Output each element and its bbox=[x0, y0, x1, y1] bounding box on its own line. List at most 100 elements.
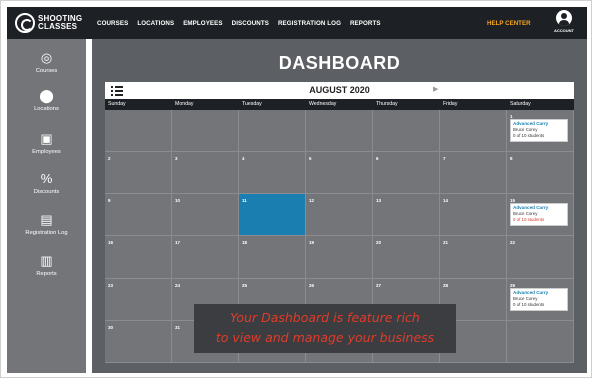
calendar-day-cell[interactable]: 8 bbox=[507, 152, 574, 195]
calendar-day-cell[interactable] bbox=[172, 110, 239, 153]
calendar-day-cell[interactable] bbox=[440, 110, 507, 153]
brand-logo-text: SHOOTING CLASSES bbox=[38, 14, 83, 31]
day-number: 24 bbox=[175, 282, 181, 288]
employees-icon: ▣ bbox=[40, 131, 53, 146]
sidebar-item-locations[interactable]: ⬤ Locations bbox=[7, 88, 86, 113]
day-number: 3 bbox=[175, 156, 178, 162]
day-number: 13 bbox=[376, 198, 382, 204]
calendar-event[interactable]: Advanced Carry Bruce Corey 0 of 10 student… bbox=[510, 287, 568, 311]
calendar-day-cell[interactable]: 30 bbox=[105, 320, 172, 363]
weekday-header-row: Sunday Monday Tuesday Wednesday Thursday… bbox=[105, 99, 574, 110]
promo-line-1: Your Dashboard is feature rich bbox=[230, 310, 420, 325]
day-number: 19 bbox=[309, 240, 315, 246]
calendar-day-cell[interactable] bbox=[239, 110, 306, 153]
calendar-day-cell[interactable]: 4 bbox=[239, 152, 306, 195]
calendar-day-cell[interactable]: 1 Advanced Carry Bruce Corey 0 of 10 studen… bbox=[507, 110, 574, 153]
day-number: 26 bbox=[309, 282, 315, 288]
calendar-day-cell[interactable]: 15 Advanced Carry Bruce Corey 0 of 10 stude… bbox=[507, 194, 574, 237]
day-number: 10 bbox=[175, 198, 181, 204]
sidebar-item-reports[interactable]: ▥ Reports bbox=[7, 253, 86, 278]
calendar-day-cell[interactable]: 12 bbox=[306, 194, 373, 237]
sidebar-item-courses[interactable]: ◎ Courses bbox=[7, 50, 86, 75]
nav-employees[interactable]: EMPLOYEES bbox=[183, 20, 222, 27]
target-icon: ◎ bbox=[40, 50, 53, 65]
calendar-event[interactable]: Advanced Carry Bruce Corey 0 of 10 student… bbox=[510, 119, 568, 142]
calendar-day-cell[interactable] bbox=[105, 110, 172, 153]
nav-registration-log[interactable]: REGISTRATION LOG bbox=[278, 20, 341, 27]
sidebar-item-registration-log[interactable]: ▤ Registration Log bbox=[7, 212, 86, 237]
calendar-day-cell[interactable]: 19 bbox=[306, 236, 373, 279]
sidebar-item-label: Reports bbox=[36, 271, 57, 277]
document-icon: ▤ bbox=[40, 212, 53, 227]
day-number: 28 bbox=[443, 282, 449, 288]
calendar-event[interactable]: Advanced Carry Bruce Corey 0 of 10 student… bbox=[510, 203, 568, 227]
day-number: 2 bbox=[108, 156, 111, 162]
calendar-day-cell[interactable] bbox=[373, 110, 440, 153]
calendar-day-cell[interactable]: 22 bbox=[507, 236, 574, 279]
target-logo-icon bbox=[15, 13, 35, 33]
day-number: 22 bbox=[510, 240, 516, 246]
nav-discounts[interactable]: DISCOUNTS bbox=[232, 20, 269, 27]
calendar-day-cell[interactable]: 5 bbox=[306, 152, 373, 195]
day-number: 25 bbox=[242, 282, 248, 288]
calendar-day-cell[interactable]: 3 bbox=[172, 152, 239, 195]
calendar-day-cell[interactable]: 20 bbox=[373, 236, 440, 279]
day-number: 17 bbox=[175, 240, 181, 246]
map-pin-icon: ⬤ bbox=[39, 88, 54, 103]
main-content: DASHBOARD AUGUST 2020 ▶ Sunday Monday Tu… bbox=[92, 39, 587, 373]
account-button[interactable]: ACCOUNT bbox=[544, 10, 584, 33]
day-number: 20 bbox=[376, 240, 382, 246]
calendar-day-cell[interactable]: 23 bbox=[105, 278, 172, 321]
calendar-day-cell[interactable]: 14 bbox=[440, 194, 507, 237]
weekday-label: Saturday bbox=[510, 101, 531, 107]
nav-courses[interactable]: COURSES bbox=[97, 20, 128, 27]
sidebar-item-label: Locations bbox=[34, 106, 59, 112]
calendar-day-cell[interactable]: 7 bbox=[440, 152, 507, 195]
brand-logo[interactable]: SHOOTING CLASSES bbox=[15, 12, 82, 34]
next-month-arrow-icon[interactable]: ▶ bbox=[433, 85, 438, 93]
calendar-day-cell[interactable]: 10 bbox=[172, 194, 239, 237]
help-center-link[interactable]: HELP CENTER bbox=[487, 20, 531, 27]
bar-chart-icon: ▥ bbox=[40, 253, 53, 268]
calendar-day-cell[interactable] bbox=[507, 320, 574, 363]
sidebar-item-label: Discounts bbox=[33, 189, 60, 195]
account-label: ACCOUNT bbox=[554, 28, 574, 33]
top-navigation-bar: SHOOTING CLASSES COURSES LOCATIONS EMPLO… bbox=[7, 7, 587, 39]
promo-overlay: Your Dashboard is feature rich to view a… bbox=[194, 304, 456, 353]
event-enrollment: 0 of 10 students bbox=[513, 217, 545, 223]
calendar-day-cell[interactable]: 2 bbox=[105, 152, 172, 195]
day-number: 27 bbox=[376, 282, 382, 288]
account-avatar-icon bbox=[556, 10, 572, 26]
nav-reports[interactable]: REPORTS bbox=[350, 20, 381, 27]
day-number: 11 bbox=[242, 198, 247, 204]
weekday-label: Tuesday bbox=[242, 101, 262, 107]
day-number: 31 bbox=[175, 324, 181, 330]
calendar-month-title: AUGUST 2020 bbox=[309, 85, 370, 95]
calendar-day-cell[interactable]: 16 bbox=[105, 236, 172, 279]
calendar-day-cell[interactable]: 17 bbox=[172, 236, 239, 279]
main-nav: COURSES LOCATIONS EMPLOYEES DISCOUNTS RE… bbox=[97, 7, 390, 39]
calendar-day-cell[interactable]: 11 bbox=[239, 194, 306, 237]
event-enrollment: 0 of 10 students bbox=[513, 301, 545, 307]
calendar-day-cell[interactable]: 29 Advanced Carry Bruce Corey 0 of 10 stude… bbox=[507, 278, 574, 321]
calendar-header: AUGUST 2020 ▶ bbox=[105, 82, 574, 99]
day-number: 7 bbox=[443, 156, 446, 162]
nav-locations[interactable]: LOCATIONS bbox=[137, 20, 174, 27]
sidebar-item-discounts[interactable]: % Discounts bbox=[7, 172, 86, 196]
page-title: DASHBOARD bbox=[278, 53, 401, 73]
day-number: 12 bbox=[309, 198, 315, 204]
calendar-day-cell[interactable]: 6 bbox=[373, 152, 440, 195]
weekday-label: Friday bbox=[443, 101, 458, 107]
calendar-day-cell[interactable]: 18 bbox=[239, 236, 306, 279]
calendar-day-cell[interactable]: 21 bbox=[440, 236, 507, 279]
sidebar-item-label: Courses bbox=[35, 68, 58, 74]
day-number: 23 bbox=[108, 282, 114, 288]
calendar-day-cell[interactable]: 13 bbox=[373, 194, 440, 237]
promo-line-2: to view and manage your business bbox=[215, 330, 435, 345]
calendar-day-cell[interactable] bbox=[306, 110, 373, 153]
day-number: 4 bbox=[242, 156, 245, 162]
day-number: 30 bbox=[108, 324, 114, 330]
day-number: 16 bbox=[108, 240, 114, 246]
calendar-day-cell[interactable]: 9 bbox=[105, 194, 172, 237]
sidebar-item-employees[interactable]: ▣ Employees bbox=[7, 131, 86, 156]
